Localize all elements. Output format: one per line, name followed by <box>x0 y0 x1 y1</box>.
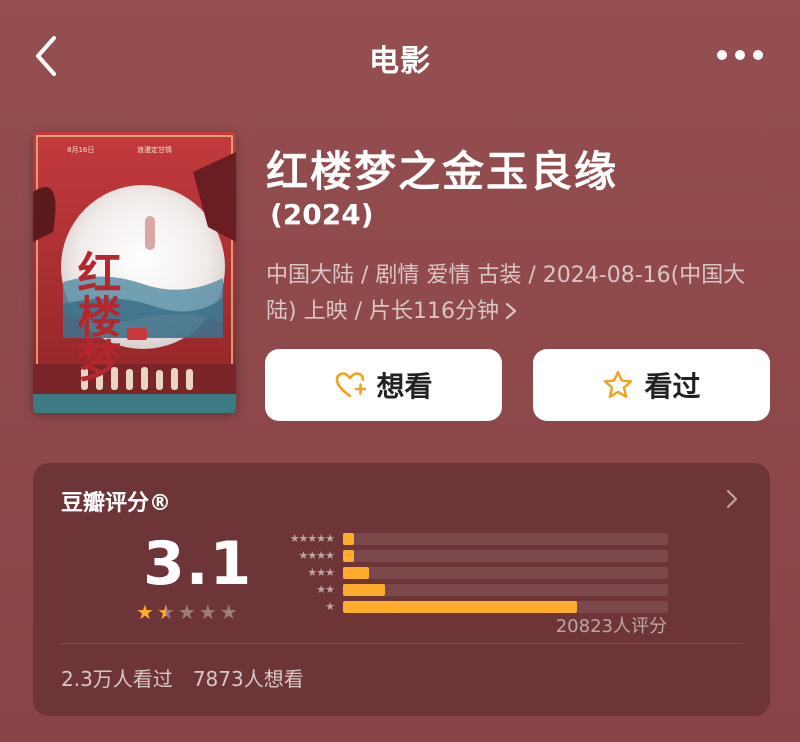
watched-label: 看过 <box>644 370 701 403</box>
top-bar: 电影 <box>0 0 800 110</box>
poster-tagline-text: 浪漫定甘情 <box>137 145 172 154</box>
distribution-track <box>343 584 668 596</box>
three-star-label-icon: ★★★ <box>307 566 335 579</box>
distribution-bar <box>343 584 386 596</box>
rating-count: 20823人评分 <box>555 616 667 637</box>
distribution-bar <box>343 601 577 613</box>
poster-image: 红楼梦 8月16日 浪漫定甘情 <box>33 132 236 413</box>
star-icon: ★ <box>198 600 217 624</box>
rating-source: 豆瓣评分® <box>61 491 172 516</box>
watched-button[interactable]: 看过 <box>533 349 770 421</box>
star-icon: ★ <box>136 600 154 624</box>
star-icon: ★ <box>177 600 196 624</box>
distribution-track <box>343 533 668 545</box>
distribution-bar <box>343 567 369 579</box>
poster-release-text: 8月16日 <box>67 146 94 154</box>
distribution-bar <box>343 533 355 545</box>
star-outline-icon <box>604 370 633 398</box>
rating-card[interactable]: 豆瓣评分® 3.1 ★ ★ ★ ★ ★ ★★★★★ ★★★★ ★★★ ★★ ★ … <box>33 463 770 716</box>
chevron-right-icon <box>505 302 517 320</box>
movie-year: (2024) <box>270 198 374 231</box>
distribution-row-2: ★★ <box>257 582 677 599</box>
five-star-label-icon: ★★★★★ <box>289 532 335 545</box>
page-title: 电影 <box>369 44 431 79</box>
two-star-label-icon: ★★ <box>316 583 335 596</box>
distribution-row-4: ★★★★ <box>257 548 677 565</box>
watch-stats: 2.3万人看过 7873人想看 <box>61 663 304 692</box>
movie-poster[interactable]: 红楼梦 8月16日 浪漫定甘情 <box>33 132 236 413</box>
rating-distribution: ★★★★★ ★★★★ ★★★ ★★ ★ <box>257 531 677 616</box>
distribution-track <box>343 567 668 579</box>
heart-plus-icon <box>336 372 367 398</box>
divider <box>61 643 742 644</box>
distribution-row-5: ★★★★★ <box>257 531 677 548</box>
movie-title: 红楼梦之金玉良缘 <box>266 147 619 196</box>
rating-score: 3.1 <box>143 529 253 599</box>
half-star-icon: ★ <box>156 600 175 624</box>
distribution-bar <box>343 550 355 562</box>
want-count[interactable]: 7873人想看 <box>193 663 304 692</box>
chevron-right-icon <box>726 489 738 509</box>
want-to-watch-label: 想看 <box>376 370 433 403</box>
star-icon: ★ <box>219 600 238 624</box>
distribution-track <box>343 550 668 562</box>
one-star-label-icon: ★ <box>325 600 335 613</box>
poster-title-text: 红楼梦 <box>70 250 122 382</box>
more-button[interactable] <box>716 46 764 64</box>
more-dots-icon <box>717 50 763 60</box>
seen-count[interactable]: 2.3万人看过 <box>61 663 173 692</box>
rating-stars: ★ ★ ★ ★ ★ <box>136 602 238 622</box>
movie-meta[interactable]: 中国大陆 / 剧情 爱情 古装 / 2024-08-16(中国大陆) 上映 / … <box>266 258 766 330</box>
movie-detail-page: 电影 红楼梦 8月16日 浪漫定甘情 红楼梦之金玉良缘 (2024) 中国大陆 … <box>0 0 800 742</box>
distribution-row-3: ★★★ <box>257 565 677 582</box>
four-star-label-icon: ★★★★ <box>298 549 335 562</box>
want-to-watch-button[interactable]: 想看 <box>265 349 502 421</box>
